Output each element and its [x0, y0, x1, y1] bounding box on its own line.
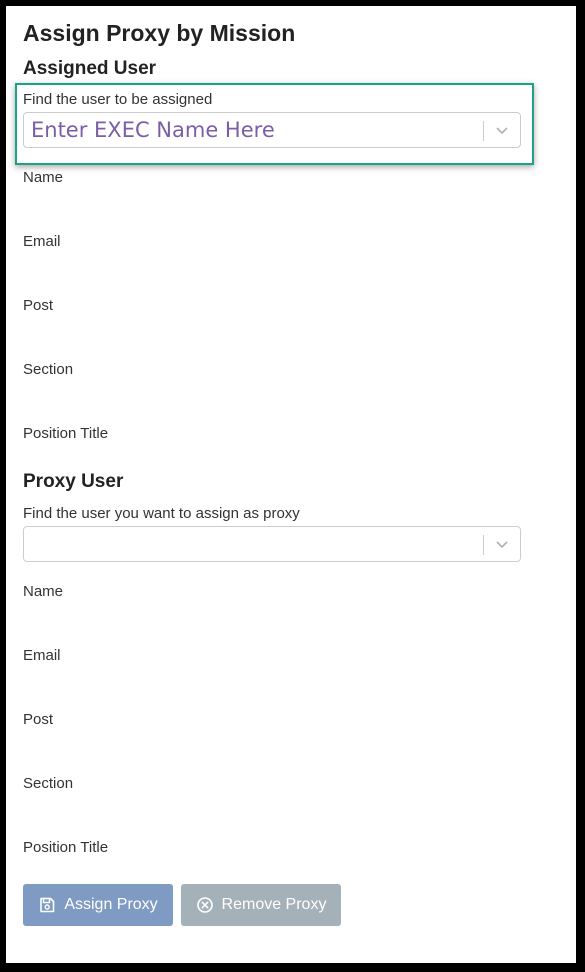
proxy-user-post-label: Post [23, 711, 54, 728]
assigned-user-select[interactable]: Enter EXEC Name Here [23, 112, 521, 148]
proxy-user-position-title-label: Position Title [23, 839, 109, 856]
proxy-user-find-label: Find the user you want to assign as prox… [23, 505, 300, 522]
proxy-user-heading: Proxy User [23, 471, 124, 492]
page-title: Assign Proxy by Mission [23, 20, 296, 46]
remove-proxy-label: Remove Proxy [221, 896, 327, 913]
assign-proxy-button[interactable]: Assign Proxy [23, 884, 173, 926]
assign-proxy-label: Assign Proxy [64, 896, 158, 913]
select-separator [483, 535, 484, 555]
select-separator [483, 121, 484, 141]
assigned-user-position-title-label: Position Title [23, 425, 109, 442]
assigned-user-heading: Assigned User [23, 58, 157, 79]
proxy-user-email-label: Email [23, 647, 61, 664]
chevron-down-icon[interactable] [494, 536, 510, 552]
assigned-user-name-label: Name [23, 169, 64, 186]
proxy-user-section-label: Section [23, 775, 74, 792]
chevron-down-icon[interactable] [494, 122, 510, 138]
assign-proxy-panel: Assign Proxy by Mission Assigned User Fi… [6, 6, 576, 963]
proxy-user-name-label: Name [23, 583, 64, 600]
assigned-user-section-label: Section [23, 361, 74, 378]
proxy-user-select[interactable] [23, 526, 521, 562]
assigned-user-email-label: Email [23, 233, 61, 250]
remove-proxy-button[interactable]: Remove Proxy [181, 884, 341, 926]
circle-x-icon [196, 897, 213, 913]
assigned-user-post-label: Post [23, 297, 54, 314]
assigned-user-select-placeholder: Enter EXEC Name Here [31, 118, 275, 142]
save-icon [40, 897, 55, 913]
